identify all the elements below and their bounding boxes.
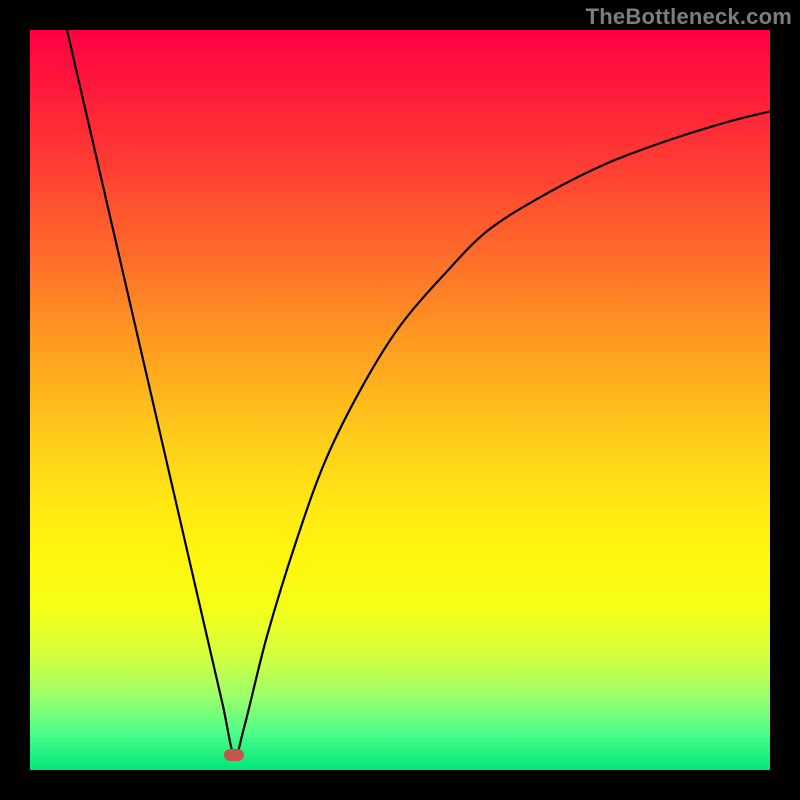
chart-frame: TheBottleneck.com <box>0 0 800 800</box>
watermark-text: TheBottleneck.com <box>586 4 792 30</box>
plot-area <box>30 30 770 770</box>
optimal-point-marker <box>224 749 244 761</box>
bottleneck-curve <box>30 30 770 770</box>
